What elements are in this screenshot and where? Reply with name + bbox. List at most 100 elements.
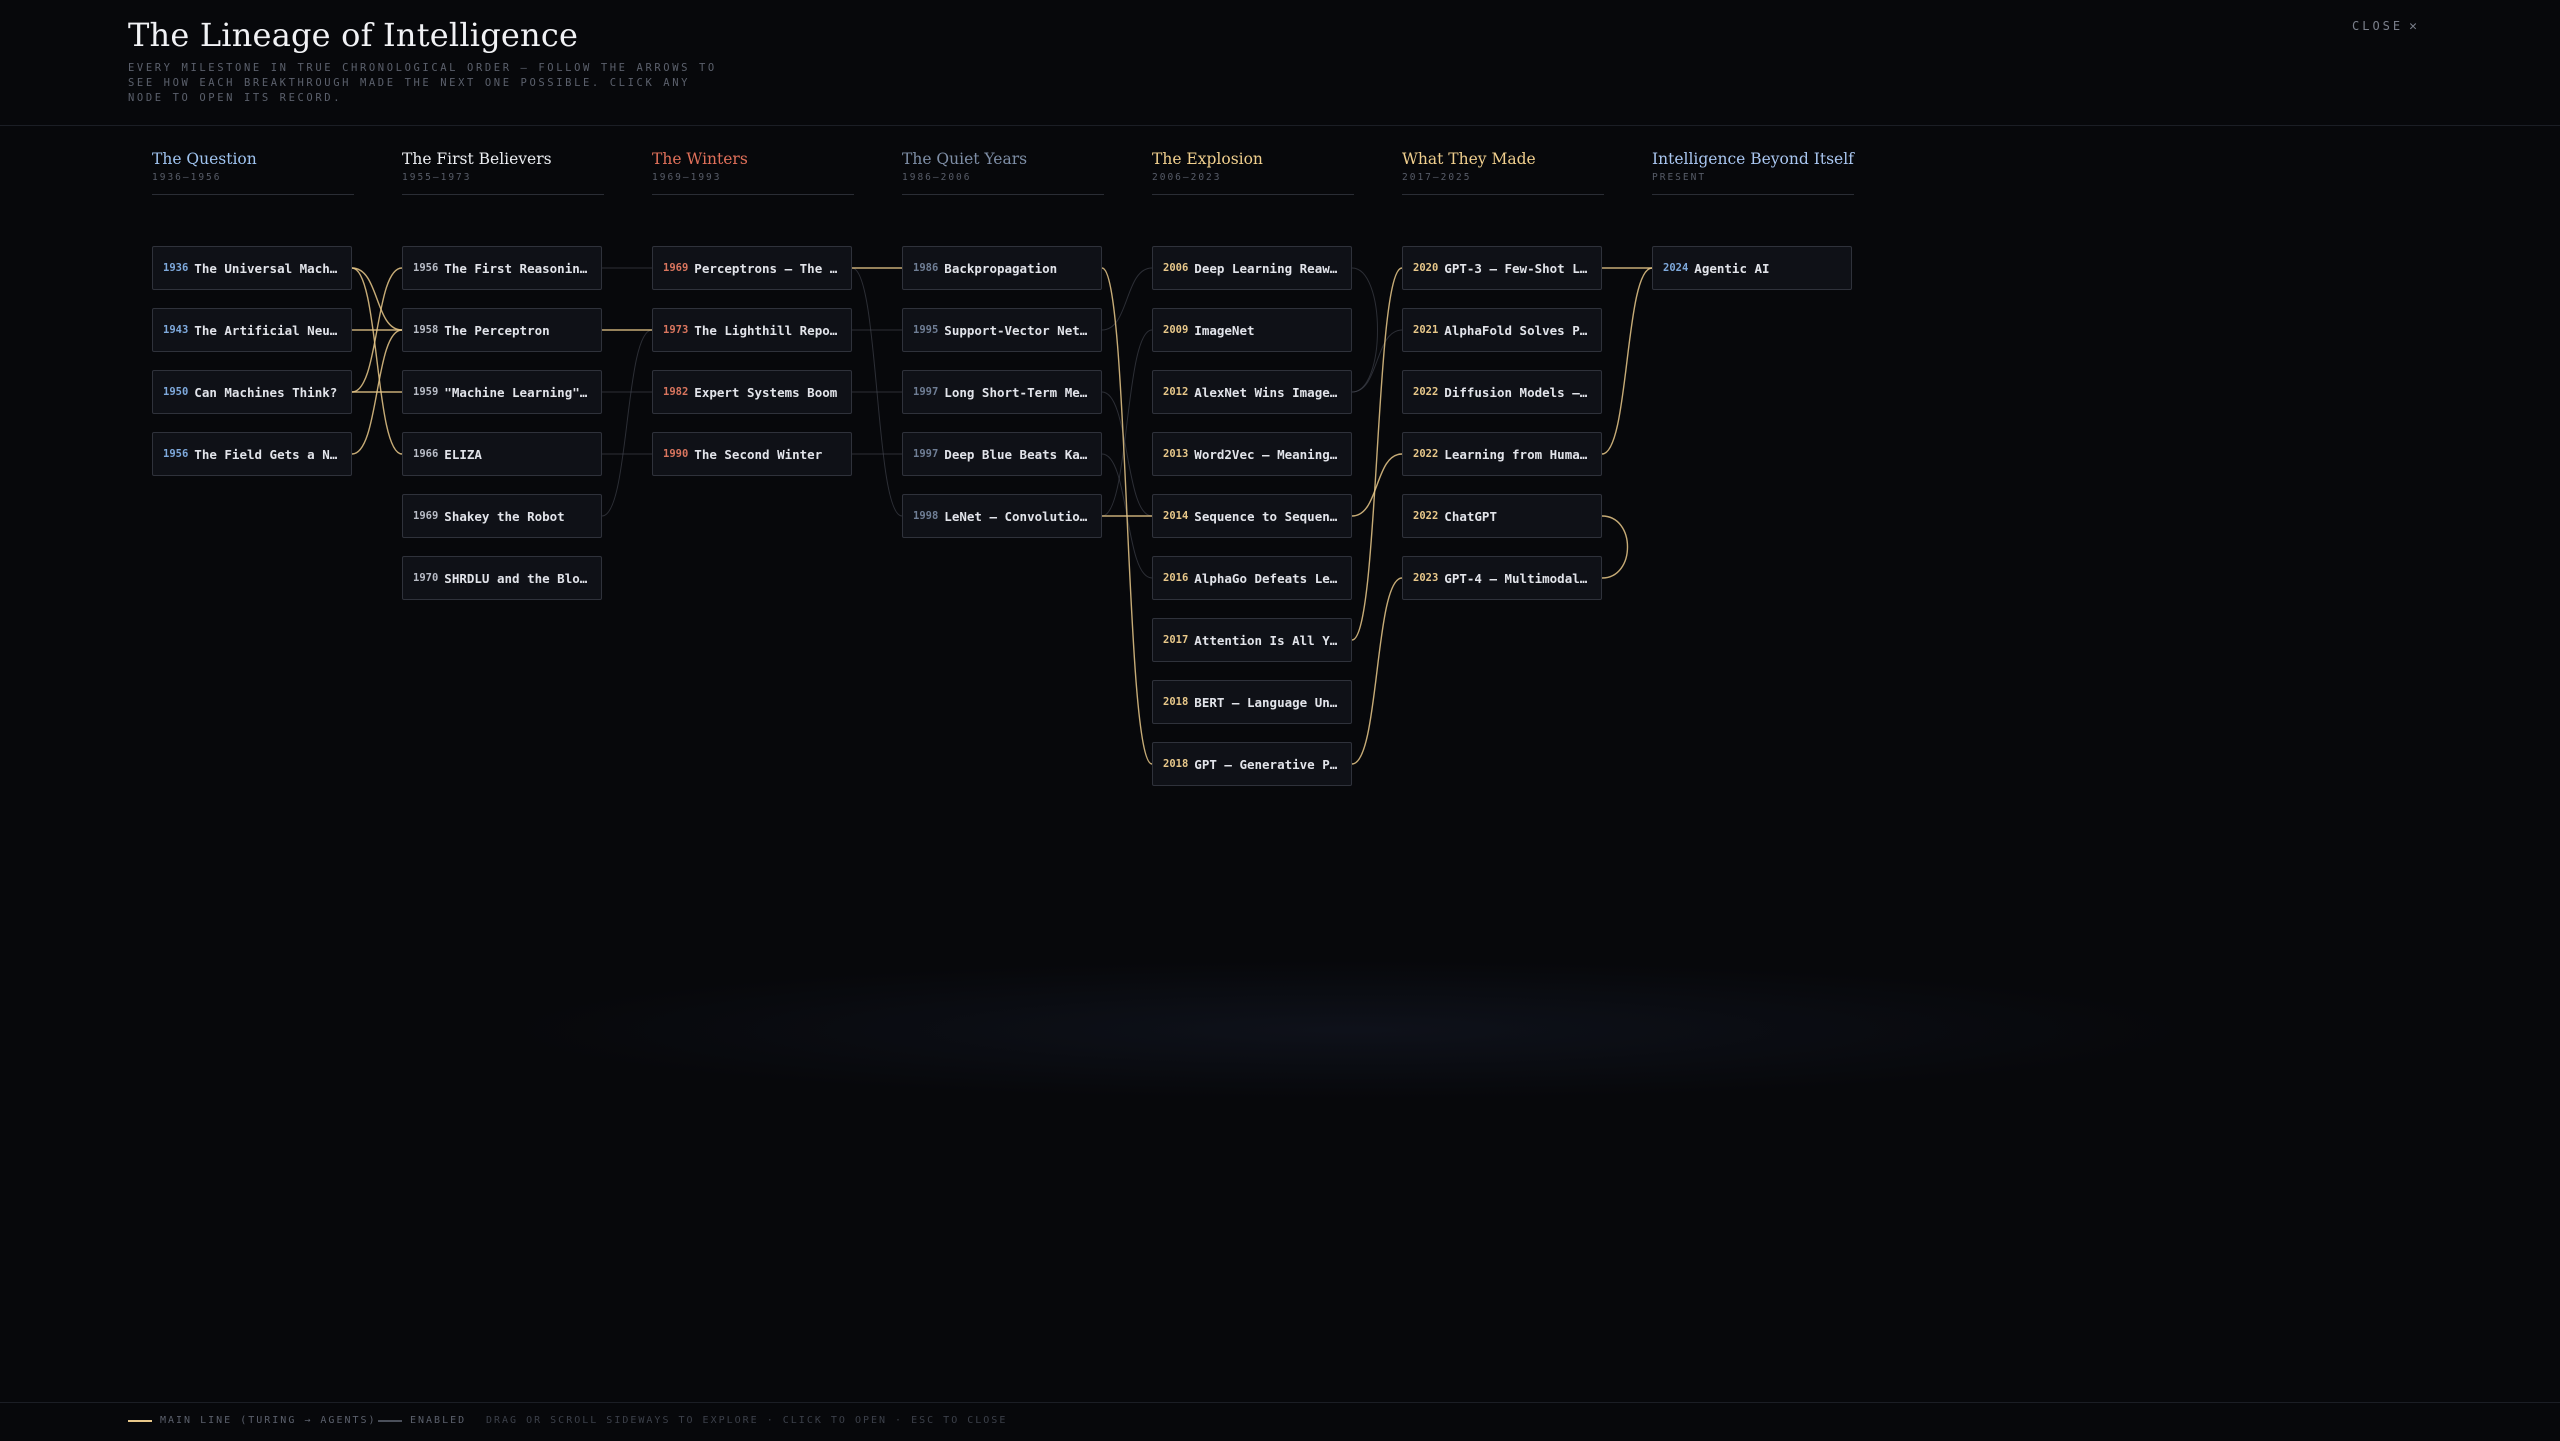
milestone-node[interactable]: 1959 "Machine Learning" Is Named: [402, 370, 602, 414]
milestone-node[interactable]: 1936 The Universal Machine: [152, 246, 352, 290]
milestone-node[interactable]: 2017 Attention Is All You Need: [1152, 618, 1352, 662]
milestone-node[interactable]: 2024 Agentic AI: [1652, 246, 1852, 290]
milestone-node[interactable]: 1966 ELIZA: [402, 432, 602, 476]
milestone-node[interactable]: 1969 Shakey the Robot: [402, 494, 602, 538]
milestone-label: ChatGPT: [1444, 508, 1497, 524]
milestone-label: The Lighthill Report: [694, 322, 843, 338]
milestone-year: 2009: [1163, 324, 1189, 336]
milestone-label: Perceptrons — The First Chill: [694, 260, 843, 276]
milestone-node[interactable]: 2018 GPT — Generative Pre-Training: [1152, 742, 1352, 786]
milestone-year: 1995: [913, 324, 939, 336]
milestone-label: Deep Learning Reawakens: [1194, 260, 1343, 276]
milestone-year: 2013: [1163, 448, 1189, 460]
milestone-node[interactable]: 2022 ChatGPT: [1402, 494, 1602, 538]
milestone-node[interactable]: 2016 AlphaGo Defeats Lee Sedol: [1152, 556, 1352, 600]
enabled-link: [1351, 329, 1403, 393]
milestone-label: The Perceptron: [444, 322, 550, 338]
milestone-node[interactable]: 1982 Expert Systems Boom: [652, 370, 852, 414]
milestone-node[interactable]: 2018 BERT — Language Understanding: [1152, 680, 1352, 724]
milestone-label: Deep Blue Beats Kasparov: [944, 446, 1093, 462]
milestone-node[interactable]: 1969 Perceptrons — The First Chill: [652, 246, 852, 290]
milestone-node[interactable]: 1950 Can Machines Think?: [152, 370, 352, 414]
milestone-node[interactable]: 1943 The Artificial Neuron: [152, 308, 352, 352]
era-header: Intelligence Beyond Itself PRESENT: [1652, 150, 1854, 195]
milestone-label: Can Machines Think?: [194, 384, 338, 400]
milestone-label: The Universal Machine: [194, 260, 343, 276]
enabled-link: [1101, 267, 1153, 331]
main-line-link: [351, 267, 403, 455]
milestone-year: 2022: [1413, 510, 1439, 522]
era-range: 1986–2006: [902, 172, 972, 183]
main-line-link: [351, 267, 403, 331]
milestone-year: 2022: [1413, 448, 1439, 460]
milestone-node[interactable]: 2009 ImageNet: [1152, 308, 1352, 352]
milestone-year: 1969: [663, 262, 689, 274]
milestone-label: Word2Vec — Meaning as Math: [1194, 446, 1343, 462]
milestone-node[interactable]: 2006 Deep Learning Reawakens: [1152, 246, 1352, 290]
close-label: CLOSE: [2352, 19, 2404, 33]
milestone-label: ImageNet: [1194, 322, 1255, 338]
milestone-node[interactable]: 1956 The Field Gets a Name: [152, 432, 352, 476]
milestone-label: GPT-4 — Multimodal Reasoning: [1444, 570, 1593, 586]
milestone-year: 1936: [163, 262, 189, 274]
milestone-label: Expert Systems Boom: [694, 384, 838, 400]
milestone-label: The First Reasoning Program: [444, 260, 593, 276]
era-title: The Question: [152, 150, 257, 168]
milestone-year: 1943: [163, 324, 189, 336]
milestone-node[interactable]: 1956 The First Reasoning Program: [402, 246, 602, 290]
era-range: 1936–1956: [152, 172, 222, 183]
milestone-node[interactable]: 2013 Word2Vec — Meaning as Math: [1152, 432, 1352, 476]
main-line-link: [351, 329, 403, 455]
milestone-year: 1970: [413, 572, 439, 584]
milestone-node[interactable]: 2012 AlexNet Wins ImageNet: [1152, 370, 1352, 414]
milestone-node[interactable]: 1998 LeNet — Convolutional Nets: [902, 494, 1102, 538]
milestone-year: 2006: [1163, 262, 1189, 274]
enabled-line-swatch: [378, 1419, 402, 1422]
milestone-year: 2018: [1163, 758, 1189, 770]
era-title: The First Believers: [402, 150, 552, 168]
milestone-node[interactable]: 2020 GPT-3 — Few-Shot Learners: [1402, 246, 1602, 290]
milestone-year: 1990: [663, 448, 689, 460]
main-line-link: [1601, 267, 1653, 455]
milestone-node[interactable]: 1997 Deep Blue Beats Kasparov: [902, 432, 1102, 476]
milestone-year: 1950: [163, 386, 189, 398]
milestone-node[interactable]: 1986 Backpropagation: [902, 246, 1102, 290]
legend-main-line: MAIN LINE (TURING → AGENTS): [128, 1415, 377, 1426]
milestone-node[interactable]: 2014 Sequence to Sequence Learning: [1152, 494, 1352, 538]
era-range: 1969–1993: [652, 172, 722, 183]
milestone-label: Sequence to Sequence Learning: [1194, 508, 1343, 524]
milestone-year: 1973: [663, 324, 689, 336]
era-header: What They Made 2017–2025: [1402, 150, 1604, 195]
main-line-link: [1101, 267, 1153, 765]
legend-enabled-label: ENABLED: [410, 1415, 467, 1426]
milestone-node[interactable]: 1973 The Lighthill Report: [652, 308, 852, 352]
main-line-link: [1351, 453, 1403, 517]
milestone-label: Long Short-Term Memory: [944, 384, 1093, 400]
milestone-year: 1966: [413, 448, 439, 460]
legend-main-line-label: MAIN LINE (TURING → AGENTS): [160, 1415, 377, 1426]
close-icon: ✕: [2409, 19, 2420, 34]
era-range: PRESENT: [1652, 172, 1707, 183]
milestone-node[interactable]: 1958 The Perceptron: [402, 308, 602, 352]
milestone-label: The Second Winter: [694, 446, 823, 462]
milestone-node[interactable]: 2022 Diffusion Models — Making Images: [1402, 370, 1602, 414]
milestone-year: 2016: [1163, 572, 1189, 584]
milestone-node[interactable]: 2022 Learning from Human Feedback: [1402, 432, 1602, 476]
milestone-label: SHRDLU and the Blocks World: [444, 570, 593, 586]
milestone-node[interactable]: 1995 Support-Vector Networks: [902, 308, 1102, 352]
milestone-node[interactable]: 1990 The Second Winter: [652, 432, 852, 476]
milestone-node[interactable]: 1970 SHRDLU and the Blocks World: [402, 556, 602, 600]
era-header: The Winters 1969–1993: [652, 150, 854, 195]
milestone-node[interactable]: 2023 GPT-4 — Multimodal Reasoning: [1402, 556, 1602, 600]
page-title: The Lineage of Intelligence: [128, 16, 579, 54]
close-button[interactable]: CLOSE ✕: [2352, 19, 2420, 34]
era-range: 2017–2025: [1402, 172, 1472, 183]
milestone-node[interactable]: 2021 AlphaFold Solves Protein Folding: [1402, 308, 1602, 352]
milestone-label: GPT-3 — Few-Shot Learners: [1444, 260, 1593, 276]
enabled-link: [601, 329, 653, 517]
enabled-link: [1101, 391, 1153, 517]
milestone-label: Diffusion Models — Making Images: [1444, 384, 1593, 400]
milestone-node[interactable]: 1997 Long Short-Term Memory: [902, 370, 1102, 414]
milestone-year: 1997: [913, 448, 939, 460]
milestone-year: 1997: [913, 386, 939, 398]
